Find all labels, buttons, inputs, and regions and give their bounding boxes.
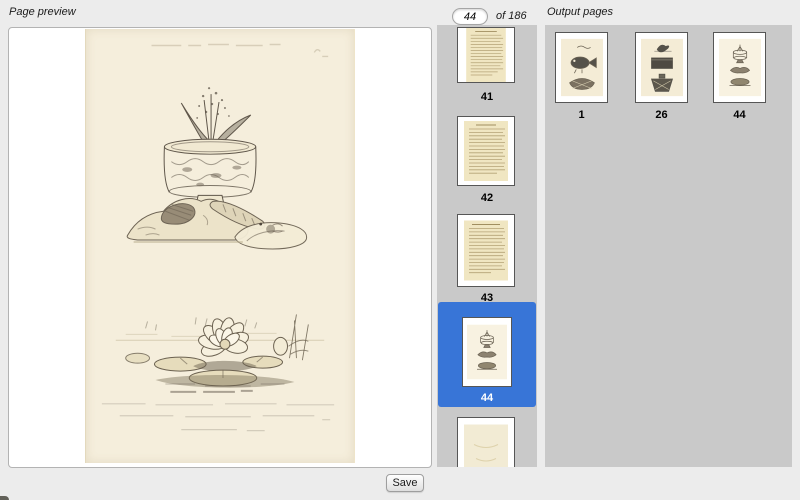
bird-box-page-art — [641, 33, 683, 102]
blank-page-art — [464, 418, 508, 467]
page-preview-label: Page preview — [9, 6, 76, 18]
illustration-page-art — [467, 318, 507, 386]
output-thumbnail-page-26[interactable] — [635, 32, 688, 103]
output-label-1: 1 — [555, 109, 608, 121]
output-thumbnail-page-44[interactable] — [713, 32, 766, 103]
text-page-art — [464, 117, 508, 185]
fish-page-art — [561, 33, 603, 102]
output-pages-panel: 1 26 — [545, 25, 792, 467]
text-page-art — [464, 28, 508, 82]
page-preview-panel — [8, 27, 432, 468]
page-illustration — [86, 29, 354, 463]
thumbnail-label-42: 42 — [437, 192, 537, 204]
page-thumbnail-strip[interactable]: 41 42 43 — [437, 25, 537, 467]
page-number-input[interactable] — [452, 8, 488, 25]
output-label-26: 26 — [635, 109, 688, 121]
thumbnail-page-45[interactable] — [457, 417, 515, 467]
output-pages-label: Output pages — [547, 6, 613, 18]
text-page-art — [464, 215, 508, 286]
thumbnail-page-41[interactable] — [457, 27, 515, 83]
page-export-window: Page preview — [0, 0, 800, 500]
thumbnail-label-44: 44 — [437, 392, 537, 404]
illustration-page-art — [719, 33, 761, 102]
output-label-44: 44 — [713, 109, 766, 121]
output-thumbnail-page-1[interactable] — [555, 32, 608, 103]
page-total-label: of 186 — [496, 10, 527, 22]
thumbnail-page-44[interactable] — [462, 317, 512, 387]
desktop-corner-artifact — [0, 496, 9, 500]
thumbnail-page-43[interactable] — [457, 214, 515, 287]
save-button[interactable]: Save — [386, 474, 424, 492]
page-preview-image — [85, 29, 355, 463]
thumbnail-page-42[interactable] — [457, 116, 515, 186]
thumbnail-label-41: 41 — [437, 91, 537, 103]
